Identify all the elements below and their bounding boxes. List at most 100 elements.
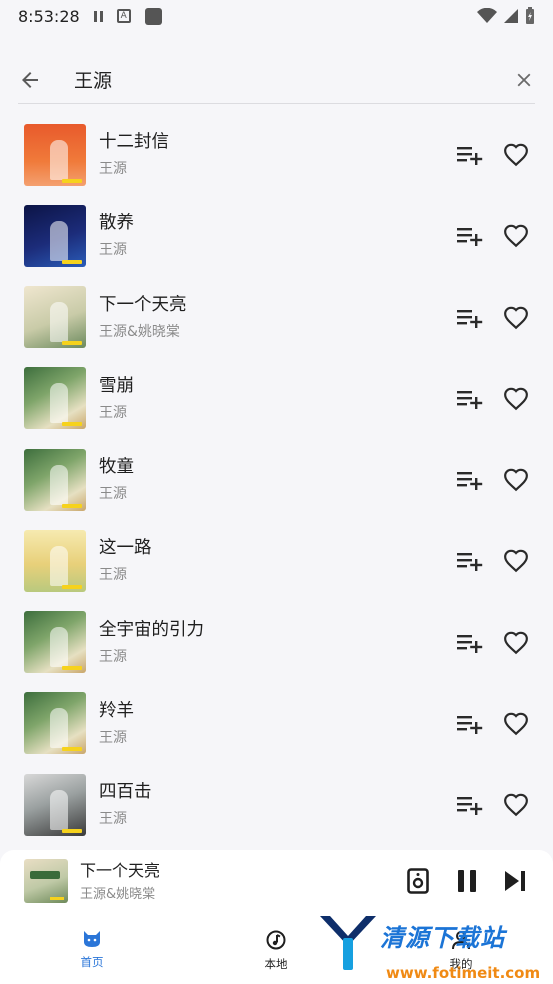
song-row[interactable]: 散养 王源: [0, 195, 553, 276]
cover-figure: [50, 464, 68, 505]
song-row[interactable]: 牧童 王源: [0, 439, 553, 520]
now-playing-title: 下一个天亮: [80, 860, 161, 880]
song-row[interactable]: 四百击 王源: [0, 764, 553, 845]
song-row[interactable]: 雪崩 王源: [0, 358, 553, 439]
signal-icon: [504, 9, 518, 23]
add-to-queue-button[interactable]: [455, 140, 485, 170]
wifi-icon: [477, 8, 497, 23]
pause-icon: [458, 870, 476, 892]
cover-tag: [62, 828, 82, 833]
status-time: 8:53:28: [18, 6, 80, 26]
add-to-queue-button[interactable]: [455, 546, 485, 576]
song-cover: [24, 286, 86, 349]
song-cover: [24, 529, 86, 592]
add-to-queue-button[interactable]: [455, 303, 485, 333]
playlist-add-icon: [457, 715, 483, 734]
pause-button[interactable]: [452, 866, 482, 896]
back-button[interactable]: [18, 60, 54, 100]
song-row[interactable]: 羚羊 王源: [0, 683, 553, 764]
nav-local-label: 本地: [264, 957, 288, 971]
like-button[interactable]: [501, 628, 531, 658]
next-track-button[interactable]: [500, 866, 530, 896]
cover-figure: [50, 302, 68, 343]
status-bar: 8:53:28 A: [0, 0, 553, 32]
playlist-add-icon: [457, 390, 483, 409]
heart-outline-icon: [504, 712, 528, 735]
heart-outline-icon: [504, 224, 528, 248]
nav-local[interactable]: 本地: [246, 930, 306, 972]
like-button[interactable]: [501, 709, 531, 739]
song-row[interactable]: 下一个天亮 王源&姚晓棠: [0, 277, 553, 358]
song-list: 十二封信 王源 散养 王源 下一个天亮 王源&姚晓棠 雪崩 王源 牧童 王源 这…: [0, 114, 553, 845]
mini-player[interactable]: 下一个天亮 王源&姚晓棠: [0, 850, 553, 912]
nav-home-label: 首页: [80, 955, 104, 969]
heart-outline-icon: [504, 468, 528, 492]
playlist-add-icon: [457, 228, 483, 247]
add-to-queue-button[interactable]: [455, 709, 485, 739]
add-to-queue-button[interactable]: [455, 628, 485, 658]
playlist-add-icon: [457, 472, 483, 490]
skip-next-icon: [505, 871, 525, 891]
song-row[interactable]: 十二封信 王源: [0, 114, 553, 195]
playlist-add-icon: [457, 553, 483, 572]
cover-figure: [50, 220, 68, 261]
playlist-add-icon: [457, 797, 483, 815]
heart-outline-icon: [504, 549, 528, 573]
heart-outline-icon: [504, 143, 528, 167]
watermark-title: 清源下载站: [380, 924, 505, 952]
media-pause-status-icon: [93, 10, 103, 22]
playlist-add-icon: [457, 147, 483, 165]
cover-figure: [50, 383, 68, 424]
cover-tag: [62, 503, 82, 508]
close-icon: [517, 73, 531, 86]
app-notification-icon: A: [116, 9, 131, 23]
cover-tag: [62, 666, 82, 671]
song-cover: [24, 773, 86, 836]
playlist-add-icon: [457, 309, 483, 328]
song-cover: [24, 611, 86, 674]
cover-tag: [62, 178, 82, 183]
song-cover: [24, 692, 86, 755]
add-to-queue-button[interactable]: [455, 465, 485, 495]
add-to-queue-button[interactable]: [455, 221, 485, 251]
nav-home[interactable]: 首页: [62, 930, 122, 970]
playing-queue-button[interactable]: [403, 866, 433, 896]
now-playing-cover: [24, 859, 68, 903]
like-button[interactable]: [501, 465, 531, 495]
heart-outline-icon: [504, 793, 528, 817]
cover-figure: [50, 789, 68, 830]
watermark: 清源下载站 www.fotimeit.com: [318, 912, 540, 984]
cover-tag: [62, 747, 82, 752]
song-cover: [24, 123, 86, 186]
search-input[interactable]: [74, 68, 499, 91]
like-button[interactable]: [501, 140, 531, 170]
heart-outline-icon: [504, 631, 528, 654]
speaker-queue-icon: [407, 868, 429, 894]
cover-tag: [62, 259, 82, 264]
like-button[interactable]: [501, 221, 531, 251]
song-row[interactable]: 这一路 王源: [0, 520, 553, 601]
like-button[interactable]: [501, 546, 531, 576]
song-cover: [24, 367, 86, 430]
cover-tag: [62, 341, 82, 346]
search-header: [18, 56, 535, 104]
like-button[interactable]: [501, 384, 531, 414]
song-row[interactable]: 全宇宙的引力 王源: [0, 602, 553, 683]
clear-search-button[interactable]: [499, 60, 535, 100]
song-cover: [24, 204, 86, 267]
add-to-queue-button[interactable]: [455, 384, 485, 414]
cover-tag: [62, 422, 82, 427]
watermark-logo-icon: [320, 916, 376, 970]
now-playing-artist: 王源&姚晓棠: [80, 886, 156, 902]
cover-figure: [50, 627, 68, 668]
arrow-left-icon: [22, 71, 38, 88]
cover-figure: [50, 708, 68, 749]
heart-outline-icon: [504, 306, 528, 329]
cover-figure: [50, 545, 68, 586]
like-button[interactable]: [501, 790, 531, 820]
cover-tag: [62, 584, 82, 589]
cat-home-icon: [84, 931, 100, 947]
like-button[interactable]: [501, 303, 531, 333]
song-cover: [24, 448, 86, 511]
add-to-queue-button[interactable]: [455, 790, 485, 820]
